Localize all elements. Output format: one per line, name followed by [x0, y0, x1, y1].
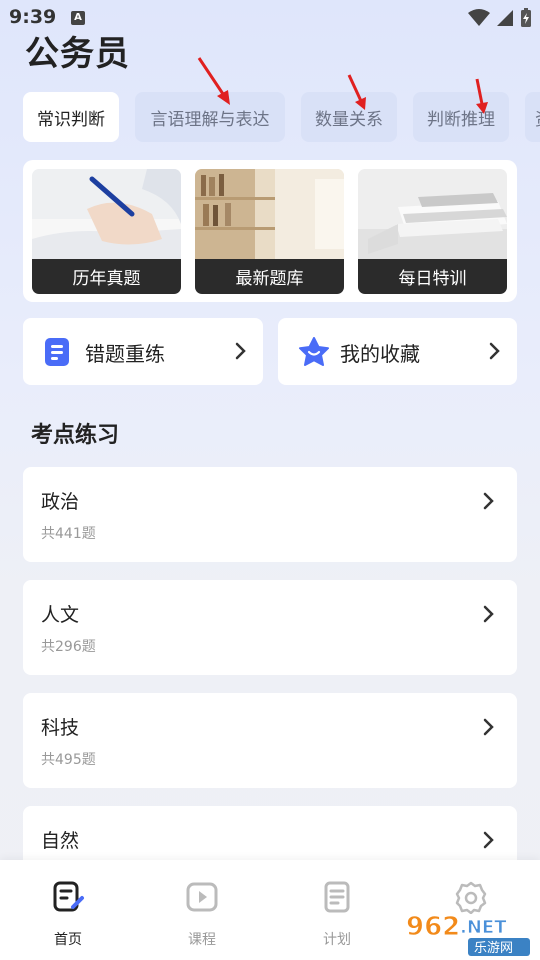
topic-count: 共296题 [41, 639, 96, 655]
watermark-logo: 962 .NET 乐游网 [406, 912, 530, 956]
chevron-right-icon [489, 342, 500, 360]
battery-icon [521, 8, 531, 27]
topic-count: 共495题 [41, 752, 96, 768]
topic-name: 人文 [41, 604, 80, 626]
edit-document-icon [53, 881, 84, 912]
hero-card: 历年真题 最新题库 每日特训 [23, 160, 517, 302]
topic-item-humanities[interactable]: 人文 共296题 [23, 580, 517, 675]
chevron-right-icon [235, 342, 246, 360]
notes-icon [324, 881, 350, 913]
topic-item-technology[interactable]: 科技 共495题 [23, 693, 517, 788]
wifi-icon [468, 9, 490, 26]
svg-text:962: 962 [406, 912, 460, 942]
favorites-label: 我的收藏 [340, 342, 420, 366]
wrong-practice-button[interactable]: 错题重练 [23, 318, 263, 385]
page-title: 公务员 [25, 34, 130, 74]
tile-daily-training[interactable]: 每日特训 [358, 169, 507, 294]
chevron-right-icon [483, 831, 494, 849]
tile-label: 历年真题 [32, 259, 181, 294]
nav-courses[interactable]: 课程 [162, 880, 242, 949]
nav-label: 课程 [188, 932, 216, 948]
topic-item-politics[interactable]: 政治 共441题 [23, 467, 517, 562]
tile-label: 最新题库 [195, 259, 344, 294]
annotation-arrow-icon [475, 78, 488, 114]
tile-label: 每日特训 [358, 259, 507, 294]
topic-name: 自然 [41, 830, 80, 852]
status-icons [468, 7, 532, 29]
topic-name: 科技 [41, 717, 80, 739]
tile-latest-bank[interactable]: 最新题库 [195, 169, 344, 294]
chevron-right-icon [483, 718, 494, 736]
tab-data-analysis[interactable]: 资料分析 [525, 92, 540, 142]
svg-text:乐游网: 乐游网 [474, 941, 513, 956]
nav-plan[interactable]: 计划 [297, 880, 377, 949]
status-indicator: A [71, 11, 85, 25]
star-icon [299, 337, 329, 366]
tile-past-exams[interactable]: 历年真题 [32, 169, 181, 294]
annotation-arrow-icon [347, 74, 366, 110]
annotation-arrow-icon [197, 57, 230, 105]
status-time: 9:39 [9, 6, 57, 28]
bookshelf-photo [195, 169, 344, 260]
nav-label: 计划 [323, 932, 351, 948]
section-title: 考点练习 [31, 423, 120, 448]
wrong-practice-label: 错题重练 [85, 342, 165, 366]
play-icon [186, 882, 218, 912]
svg-text:.NET: .NET [460, 917, 507, 938]
stacked-books-photo [358, 169, 507, 260]
topic-name: 政治 [41, 491, 80, 513]
document-icon [45, 338, 69, 366]
nav-home[interactable]: 首页 [28, 880, 108, 949]
chevron-right-icon [483, 492, 494, 510]
topic-count: 共441题 [41, 526, 96, 542]
signal-icon [497, 10, 513, 26]
category-tabs: 常识判断 言语理解与表达 数量关系 判断推理 资料分析 [23, 92, 540, 142]
favorites-button[interactable]: 我的收藏 [278, 318, 517, 385]
chevron-right-icon [483, 605, 494, 623]
nav-label: 首页 [54, 932, 82, 948]
tab-common-sense[interactable]: 常识判断 [23, 92, 119, 142]
writing-hand-photo [32, 169, 181, 260]
